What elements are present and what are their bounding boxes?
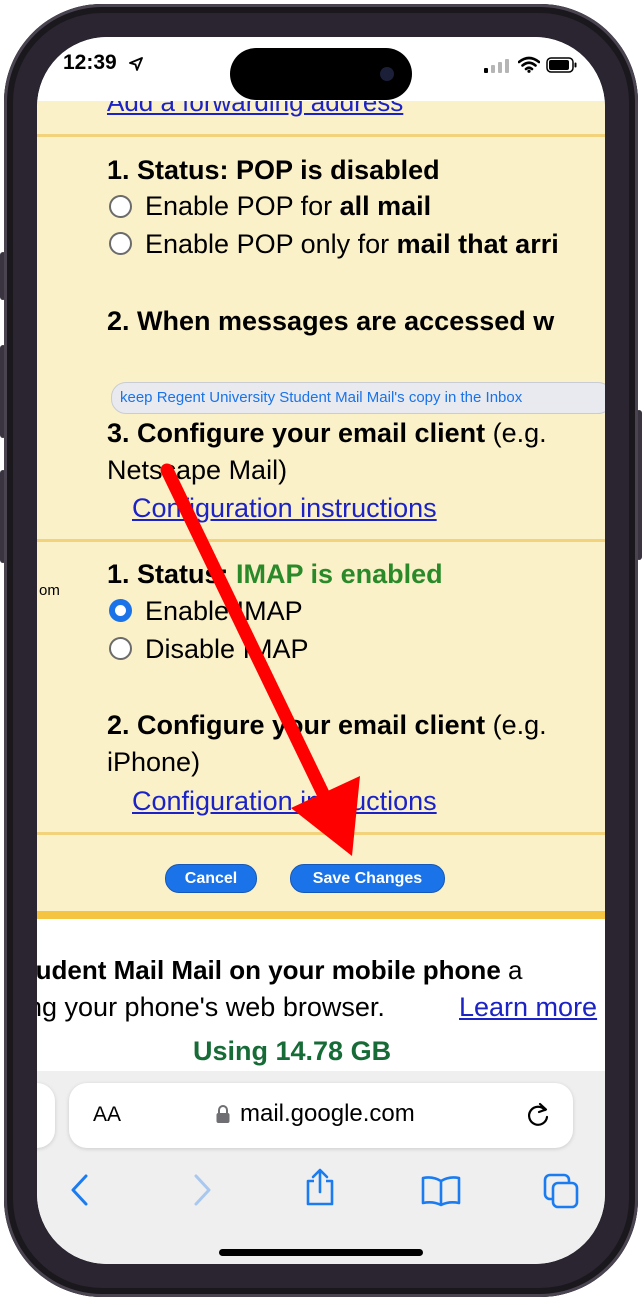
mobile-info-line1-bold: tudent Mail Mail on your mobile phone xyxy=(37,955,501,985)
pop-status-value: POP is disabled xyxy=(236,155,440,185)
pop-configure-heading: 3. Configure your email client (e.g. xyxy=(107,418,547,449)
imap-row-label-fragment: om xyxy=(39,582,60,599)
pop-status-prefix: 1. Status: xyxy=(107,155,237,185)
pop-access-heading: 2. When messages are accessed w xyxy=(107,306,555,336)
learn-more-link[interactable]: Learn more xyxy=(459,992,597,1023)
dynamic-island xyxy=(230,48,412,100)
enable-imap-radio[interactable] xyxy=(109,599,132,622)
pop-option1-prefix: Enable POP for xyxy=(145,191,340,221)
reader-aa-button[interactable]: AA xyxy=(93,1103,121,1127)
back-icon[interactable] xyxy=(69,1173,91,1207)
imap-status-prefix: 1. Status: xyxy=(107,559,237,589)
tabs-icon[interactable] xyxy=(543,1173,579,1209)
imap-configuration-instructions-link[interactable]: Configuration instructions xyxy=(132,786,437,817)
enable-imap-label[interactable]: Enable IMAP xyxy=(145,596,303,627)
section-divider-bottom xyxy=(37,832,605,835)
phone-screen: 12:39 Add a forwarding address 1. Status… xyxy=(37,37,605,1264)
mobile-info-line1-tail: a xyxy=(500,955,523,985)
mobile-info-line2: ng your phone's web browser. xyxy=(37,992,385,1022)
status-bar: 12:39 xyxy=(37,37,605,101)
share-icon[interactable] xyxy=(303,1167,337,1207)
save-changes-button[interactable]: Save Changes xyxy=(290,864,445,893)
pop-configure-heading-rest: (e.g. xyxy=(485,418,547,448)
pop-all-mail-radio[interactable] xyxy=(109,195,132,218)
storage-usage: Using 14.78 GB xyxy=(193,1036,392,1066)
battery-icon xyxy=(546,57,577,73)
url-text: mail.google.com xyxy=(240,1100,415,1127)
forwarding-address-link[interactable]: Add a forwarding address xyxy=(107,101,403,118)
pop-access-select[interactable]: keep Regent University Student Mail Mail… xyxy=(111,382,605,414)
pop-option1-bold: all mail xyxy=(339,191,432,221)
address-bar[interactable]: AA mail.google.com xyxy=(69,1083,573,1148)
imap-status-value: IMAP is enabled xyxy=(236,559,443,589)
reload-icon[interactable] xyxy=(525,1101,551,1129)
pop-configure-line2: Netscape Mail) xyxy=(107,455,288,485)
pop-access-select-value: keep Regent University Student Mail Mail… xyxy=(120,389,523,406)
bookmarks-icon[interactable] xyxy=(421,1175,461,1207)
aa-label: AA xyxy=(93,1103,122,1126)
web-content: Add a forwarding address 1. Status: POP … xyxy=(37,101,605,1101)
previous-tab-pill[interactable] xyxy=(37,1083,55,1148)
imap-status: 1. Status: IMAP is enabled xyxy=(107,559,443,590)
imap-configure-line2: iPhone) xyxy=(107,747,201,777)
pop-option2-prefix: Enable POP only for xyxy=(145,229,397,259)
mobile-info-line1: tudent Mail Mail on your mobile phone a xyxy=(37,955,522,986)
status-time: 12:39 xyxy=(63,51,117,74)
wifi-icon xyxy=(518,56,540,73)
lock-icon xyxy=(216,1105,230,1123)
settings-panel: Add a forwarding address 1. Status: POP … xyxy=(37,101,605,911)
pop-configure-heading-bold: 3. Configure your email client xyxy=(107,418,486,448)
pop-option2-bold: mail that arri xyxy=(396,229,559,259)
panel-bottom-border xyxy=(37,911,605,919)
pop-new-mail-label[interactable]: Enable POP only for mail that arri xyxy=(145,229,559,260)
browser-toolbar: AA mail.google.com xyxy=(37,1071,605,1264)
imap-configure-heading-bold: 2. Configure your email client xyxy=(107,710,486,740)
location-arrow-icon xyxy=(129,57,143,71)
imap-configure-heading: 2. Configure your email client (e.g. xyxy=(107,710,547,741)
front-camera xyxy=(380,67,394,81)
pop-status: 1. Status: POP is disabled xyxy=(107,155,440,186)
imap-configure-heading-rest: (e.g. xyxy=(485,710,547,740)
section-divider-top xyxy=(37,134,605,137)
disable-imap-label[interactable]: Disable IMAP xyxy=(145,634,309,665)
section-divider-middle xyxy=(37,539,605,542)
cellular-signal-icon xyxy=(484,59,509,73)
cancel-button[interactable]: Cancel xyxy=(165,864,257,893)
pop-configuration-instructions-link[interactable]: Configuration instructions xyxy=(132,493,437,524)
home-indicator xyxy=(219,1249,423,1256)
forward-icon[interactable] xyxy=(191,1173,213,1207)
disable-imap-radio[interactable] xyxy=(109,637,132,660)
pop-all-mail-label[interactable]: Enable POP for all mail xyxy=(145,191,431,222)
pop-new-mail-radio[interactable] xyxy=(109,232,132,255)
